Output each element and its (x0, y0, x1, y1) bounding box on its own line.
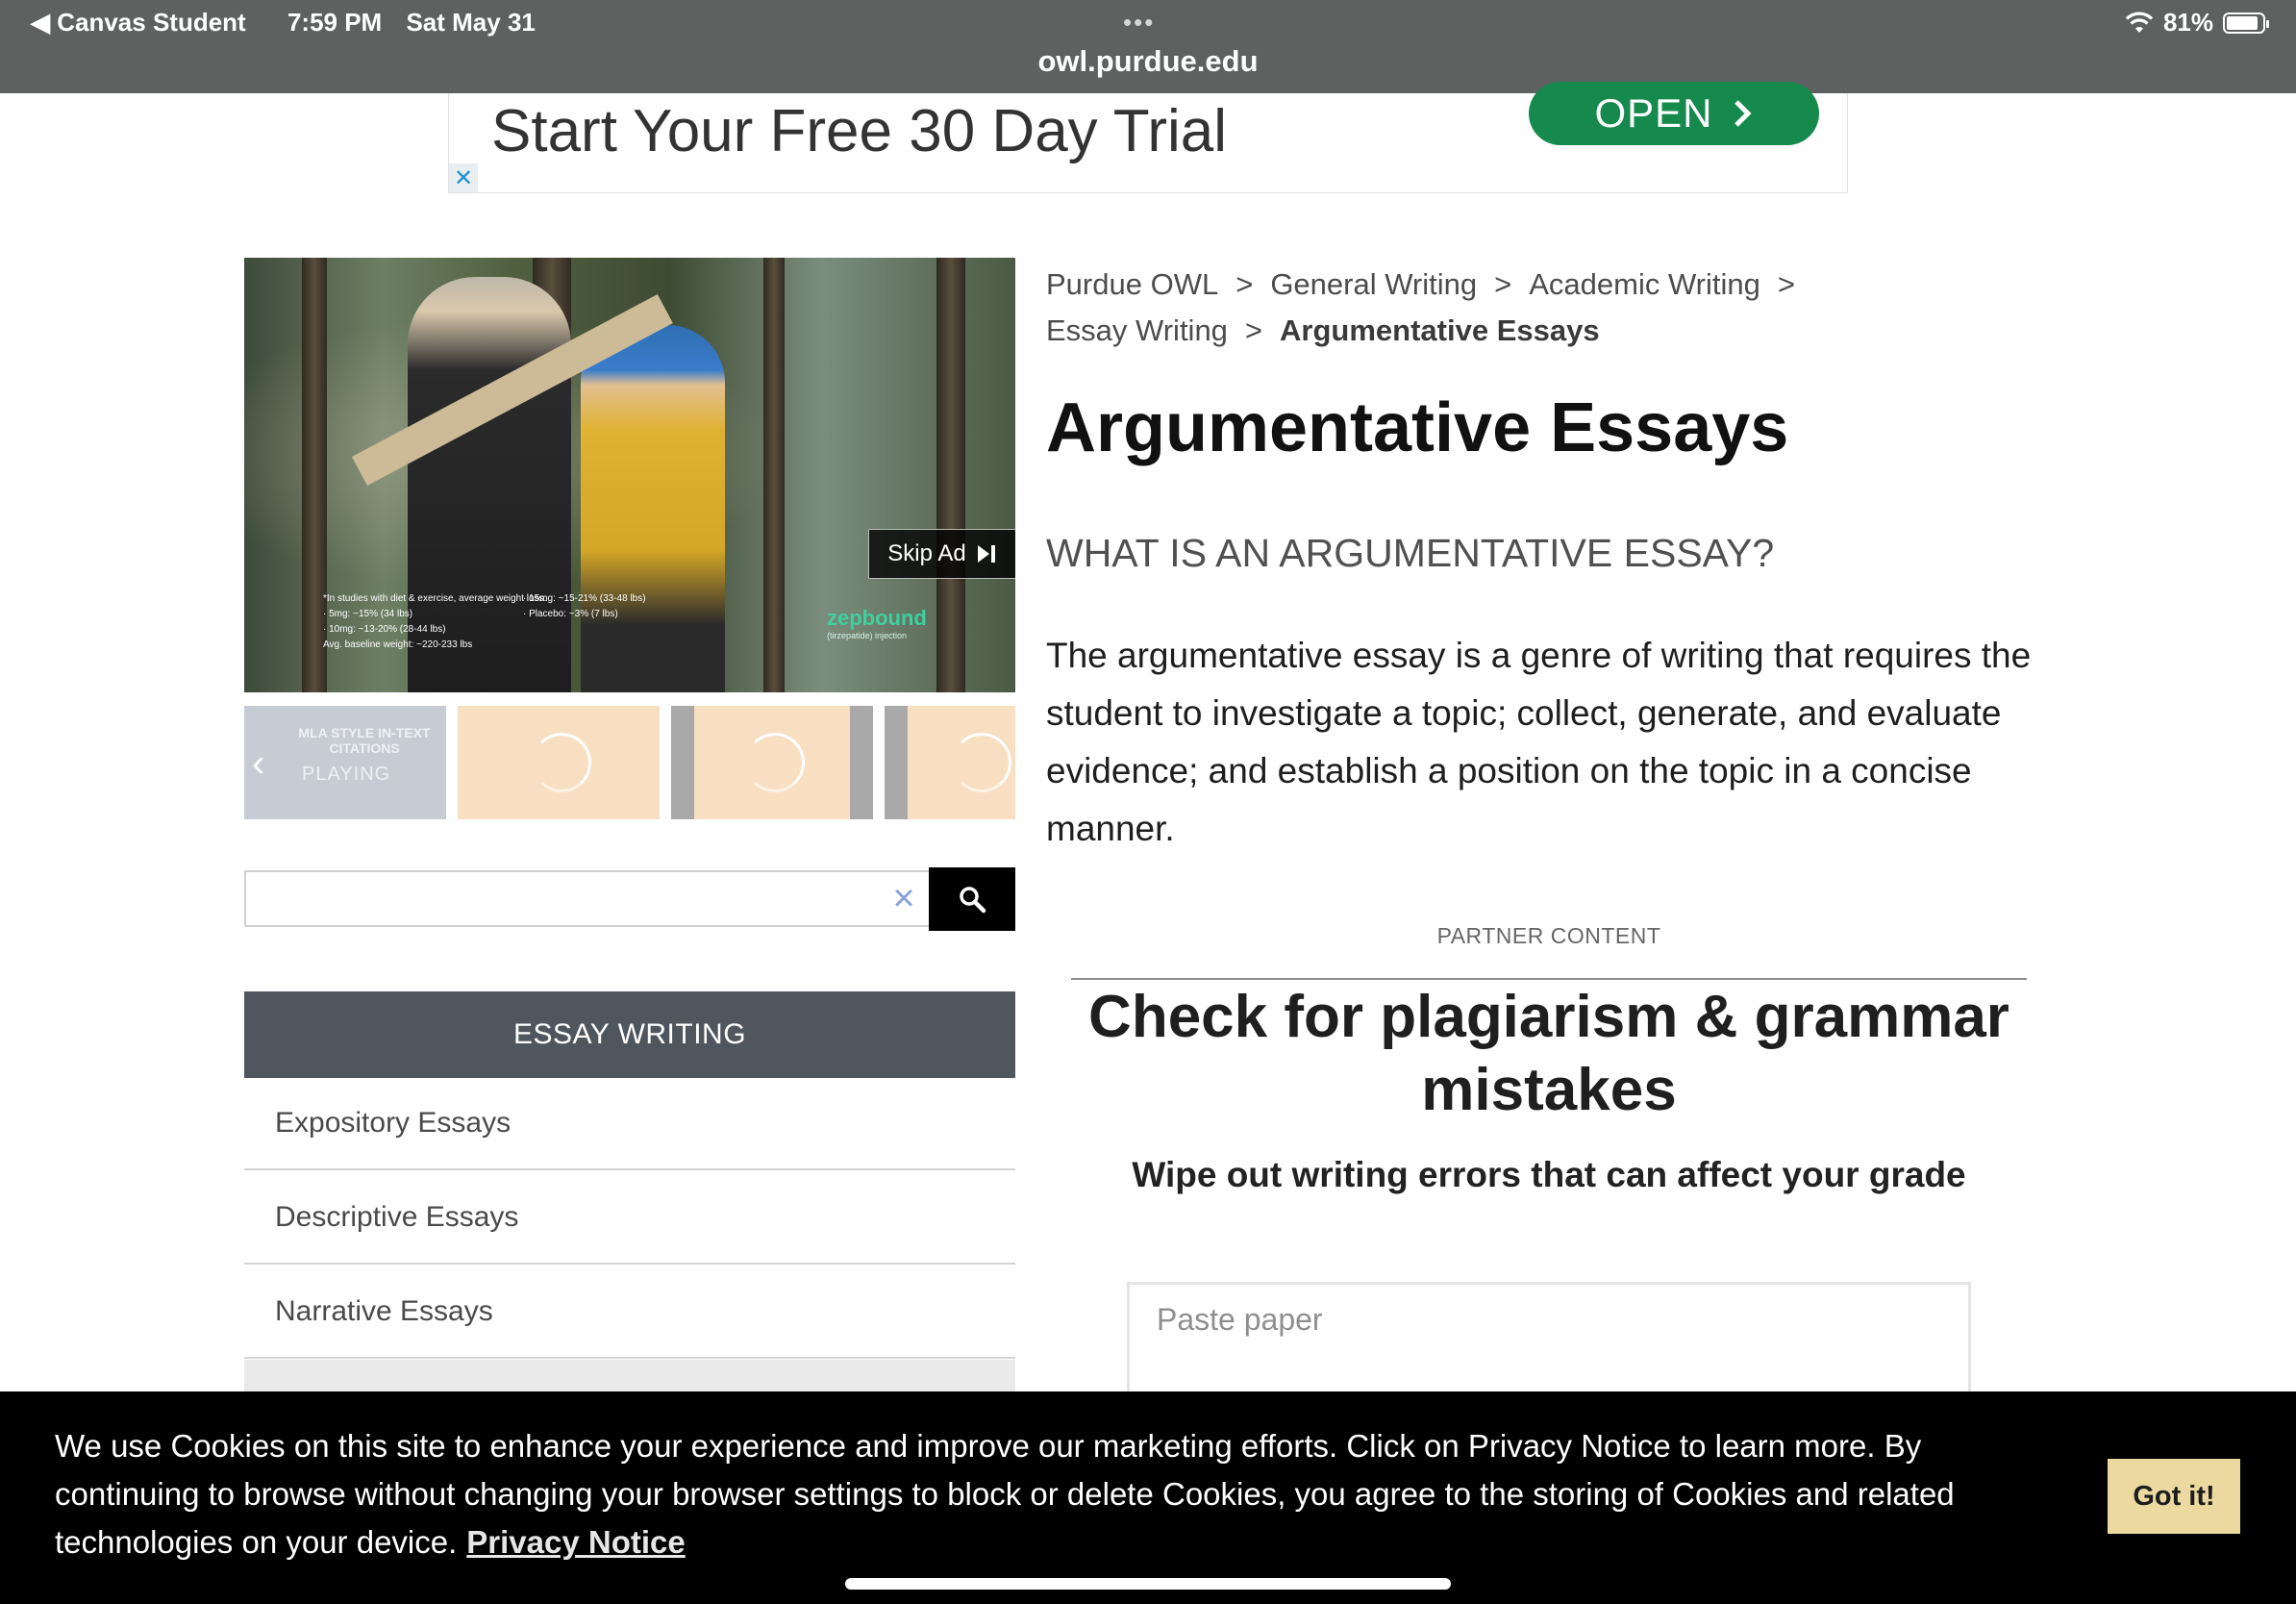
home-indicator[interactable] (845, 1578, 1451, 1590)
breadcrumb-link[interactable]: General Writing (1270, 267, 1477, 301)
sidebar-item-label: Narrative Essays (275, 1295, 493, 1327)
breadcrumb-current: Argumentative Essays (1280, 313, 1600, 347)
disclaimer-line: · 15mg: ~15-21% (33-48 lbs) (523, 593, 646, 604)
status-date: Sat May 31 (406, 8, 536, 37)
breadcrumb-separator: > (1494, 267, 1512, 301)
partner-subtitle: Wipe out writing errors that can affect … (1132, 1155, 1966, 1194)
playlist-thumbnail[interactable] (885, 706, 1015, 819)
battery-icon (2223, 12, 2269, 34)
thumbnail-title: MLA STYLE IN-TEXT CITATIONS (298, 725, 431, 756)
ad-brand-subtitle: (tirzepatide) injection (827, 631, 908, 640)
battery-percent: 81% (2162, 8, 2213, 37)
breadcrumb-separator: > (1235, 267, 1254, 301)
sidebar-item-label: Expository Essays (275, 1107, 512, 1139)
disclaimer-line: · 10mg: ~13-20% (28-44 lbs) (323, 624, 446, 635)
status-time: 7:59 PM (287, 8, 383, 37)
ad-brand-logo: zepbound (827, 606, 927, 630)
ad-headline: Start Your Free 30 Day Trial (491, 98, 1228, 164)
partner-divider (1071, 978, 2027, 980)
sidebar-item-descriptive-essays[interactable]: Descriptive Essays (244, 1172, 1015, 1265)
privacy-notice-link[interactable]: Privacy Notice (466, 1524, 685, 1560)
page-title: Argumentative Essays (1046, 389, 1789, 466)
video-disclaimer: *In studies with diet & exercise, averag… (323, 591, 646, 653)
skip-next-icon (977, 545, 995, 563)
tree-trunk (936, 258, 965, 692)
video-person-woman (581, 325, 725, 692)
ad-open-button[interactable]: OPEN (1529, 82, 1819, 145)
skip-ad-label: Skip Ad (887, 540, 966, 566)
cookie-text: We use Cookies on this site to enhance y… (55, 1428, 1955, 1560)
sidebar-header[interactable]: ESSAY WRITING (244, 991, 1015, 1078)
sidebar-item-expository-essays[interactable]: Expository Essays (244, 1078, 1015, 1170)
playlist-thumbnail[interactable] (671, 706, 873, 819)
ad-open-label: OPEN (1594, 90, 1713, 136)
video-player[interactable]: *In studies with diet & exercise, averag… (244, 258, 1015, 692)
cookie-banner: We use Cookies on this site to enhance y… (0, 1391, 2296, 1604)
loading-spinner-icon (532, 733, 591, 792)
tree-trunk (763, 258, 785, 692)
back-app-label: Canvas Student (57, 8, 246, 37)
status-left: ◀ Canvas Student 7:59 PM Sat May 31 (31, 8, 553, 38)
browser-top-bar: ◀ Canvas Student 7:59 PM Sat May 31 ••• … (0, 0, 2296, 93)
back-to-app-button[interactable]: ◀ Canvas Student (31, 8, 263, 37)
playlist-thumbnail[interactable] (458, 706, 660, 819)
breadcrumb: Purdue OWL > General Writing > Academic Writ… (1046, 262, 1873, 354)
partner-title: Check for plagiarism & grammar mistakes (1088, 984, 2009, 1123)
video-playlist: MLA STYLE IN-TEXT CITATIONS PLAYING ‹ (244, 706, 1015, 819)
search-input[interactable] (244, 870, 930, 927)
multitasking-dots-icon[interactable]: ••• (1123, 8, 1155, 38)
address-bar[interactable]: owl.purdue.edu (0, 44, 2296, 79)
disclaimer-line: *In studies with diet & exercise, averag… (323, 593, 547, 604)
breadcrumb-separator: > (1777, 267, 1795, 301)
ad-banner[interactable]: Start Your Free 30 Day Trial OPEN ✕ (448, 82, 1848, 193)
thumbnail-status: PLAYING (302, 764, 391, 785)
loading-spinner-icon (952, 733, 1011, 792)
ad-close-icon[interactable]: ✕ (449, 163, 478, 192)
loading-spinner-icon (745, 733, 805, 792)
intro-paragraph: The argumentative essay is a genre of wr… (1046, 636, 2032, 848)
clear-search-icon[interactable]: × (883, 877, 925, 919)
partner-content-label: PARTNER CONTENT (1436, 923, 1661, 948)
breadcrumb-separator: > (1244, 313, 1263, 347)
search-button[interactable] (929, 867, 1015, 931)
section-heading: WHAT IS AN ARGUMENTATIVE ESSAY? (1046, 531, 1775, 575)
disclaimer-line: Avg. baseline weight: ~220-233 lbs (323, 639, 473, 650)
sidebar-item-label: Descriptive Essays (275, 1201, 519, 1233)
cookie-accept-button[interactable]: Got it! (2108, 1459, 2240, 1534)
skip-ad-button[interactable]: Skip Ad (868, 529, 1015, 579)
chevron-right-icon (1734, 100, 1752, 127)
disclaimer-line: · Placebo: ~3% (7 lbs) (523, 609, 618, 619)
breadcrumb-link[interactable]: Purdue OWL (1046, 267, 1218, 301)
chevron-left-icon[interactable]: ‹ (252, 742, 264, 786)
sidebar-item-narrative-essays[interactable]: Narrative Essays (244, 1266, 1015, 1359)
status-right: 81% (2125, 8, 2269, 38)
cookie-message: We use Cookies on this site to enhance y… (55, 1422, 2064, 1566)
playlist-thumbnail[interactable]: MLA STYLE IN-TEXT CITATIONS PLAYING ‹ (244, 706, 446, 819)
search-icon (960, 887, 986, 914)
breadcrumb-link[interactable]: Essay Writing (1046, 313, 1228, 347)
disclaimer-line: · 5mg: ~15% (34 lbs) (323, 609, 413, 619)
wifi-icon (2125, 12, 2154, 33)
breadcrumb-link[interactable]: Academic Writing (1529, 267, 1760, 301)
